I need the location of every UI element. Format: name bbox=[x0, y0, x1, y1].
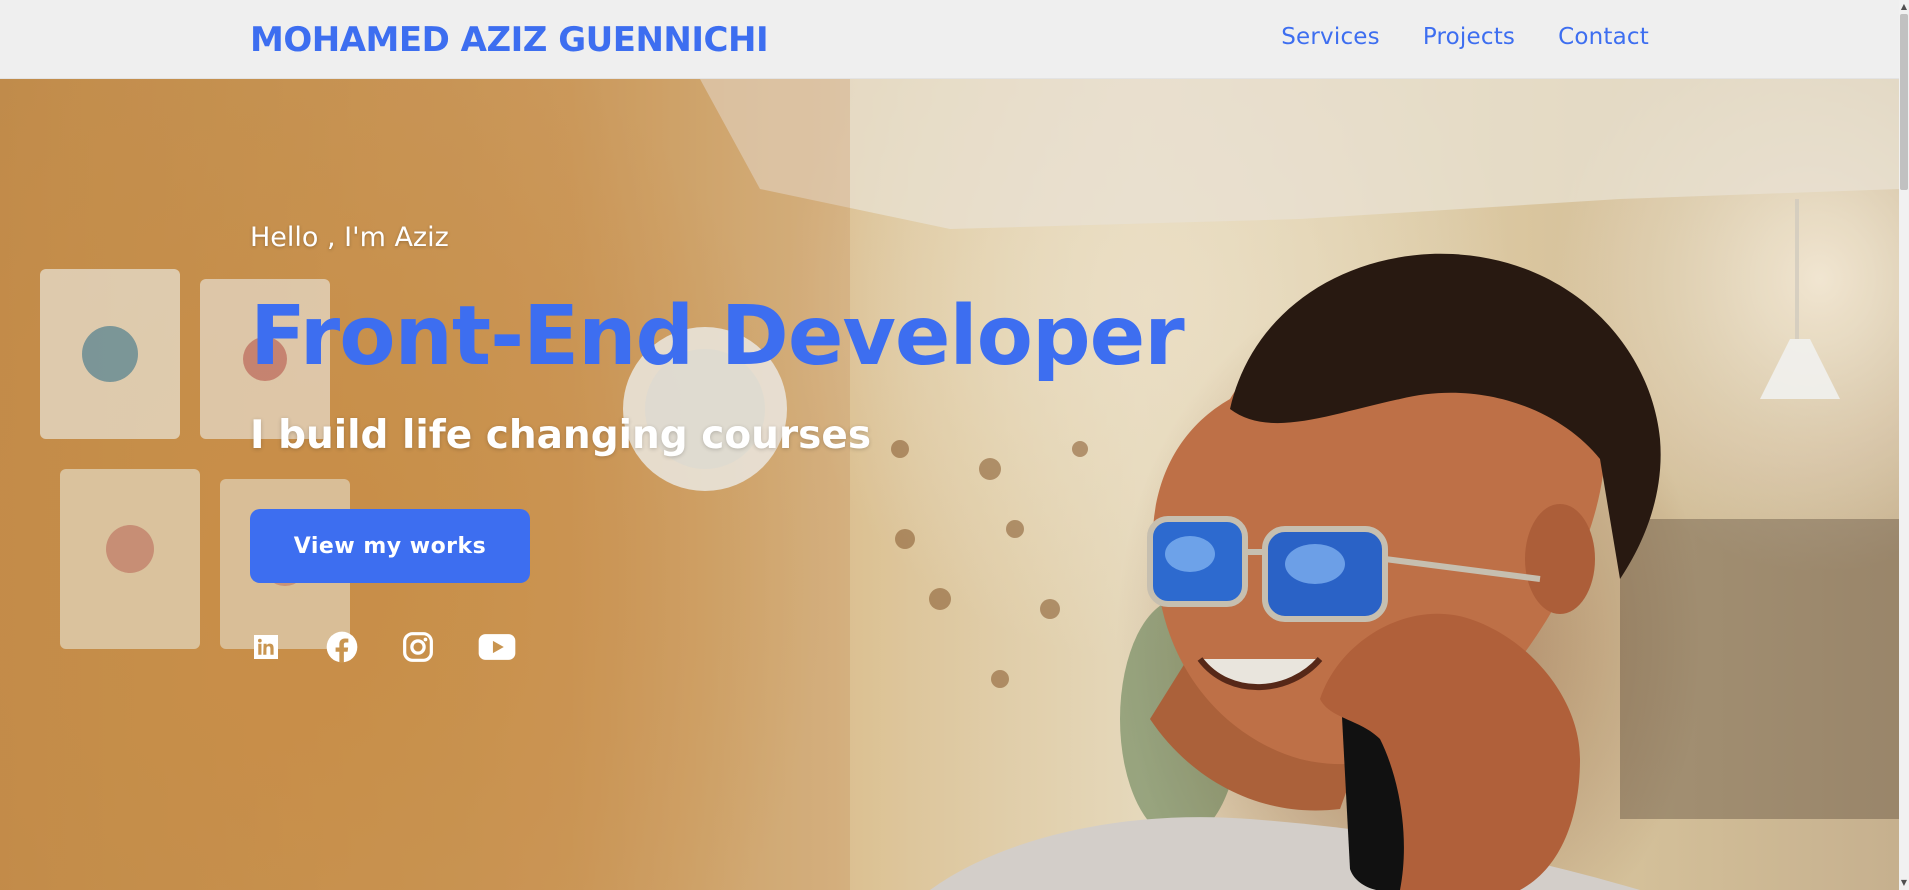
scroll-up-arrow-icon[interactable]: ▲ bbox=[1900, 2, 1908, 12]
hero-tagline: I build life changing courses bbox=[250, 413, 872, 458]
nav-link-projects[interactable]: Projects bbox=[1423, 24, 1515, 50]
view-my-works-button[interactable]: View my works bbox=[250, 509, 530, 583]
scroll-down-arrow-icon[interactable]: ▼ bbox=[1900, 878, 1908, 888]
brand-logo-link[interactable]: MOHAMED AZIZ GUENNICHI bbox=[250, 20, 769, 60]
nav-links: Services Projects Contact bbox=[1281, 24, 1649, 50]
top-navbar: MOHAMED AZIZ GUENNICHI Services Projects… bbox=[0, 0, 1899, 79]
hero-content: Hello , I'm Aziz Front-End Developer I b… bbox=[250, 79, 1250, 890]
linkedin-icon[interactable] bbox=[250, 631, 282, 663]
nav-link-contact[interactable]: Contact bbox=[1558, 24, 1649, 50]
hero-section: Hello , I'm Aziz Front-End Developer I b… bbox=[0, 79, 1899, 890]
hero-greeting: Hello , I'm Aziz bbox=[250, 222, 449, 253]
hero-role-title: Front-End Developer bbox=[250, 289, 1185, 384]
portfolio-page: MOHAMED AZIZ GUENNICHI Services Projects… bbox=[0, 0, 1909, 890]
scrollbar-thumb[interactable] bbox=[1900, 14, 1908, 190]
page-scrollbar[interactable]: ▲ ▼ bbox=[1899, 0, 1909, 890]
instagram-icon[interactable] bbox=[402, 631, 434, 663]
nav-link-services[interactable]: Services bbox=[1281, 24, 1380, 50]
social-links bbox=[250, 631, 516, 663]
youtube-icon[interactable] bbox=[478, 631, 516, 663]
facebook-icon[interactable] bbox=[326, 631, 358, 663]
